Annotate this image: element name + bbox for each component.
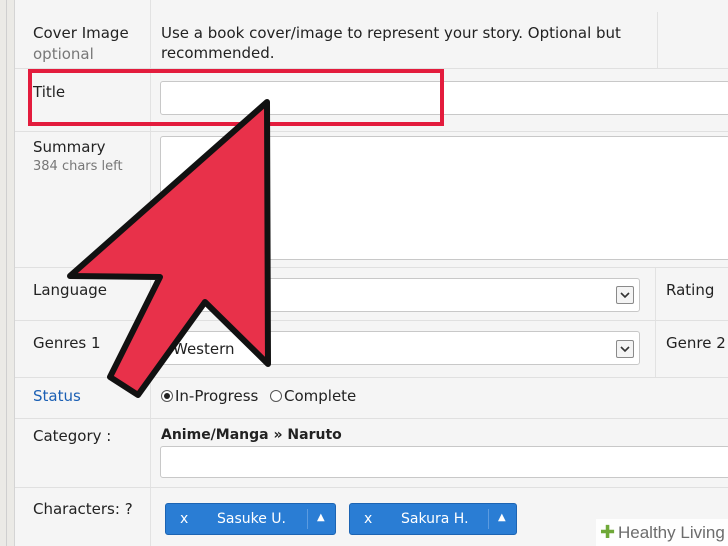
page: Cover Image optional Use a book cover/im…	[0, 0, 728, 546]
watermark-brand: Healthy Living	[618, 523, 725, 542]
healthy-living-watermark: ✚ Healthy Living	[596, 519, 728, 546]
pointer-arrow-icon	[67, 99, 271, 398]
plus-icon: ✚	[600, 522, 616, 543]
